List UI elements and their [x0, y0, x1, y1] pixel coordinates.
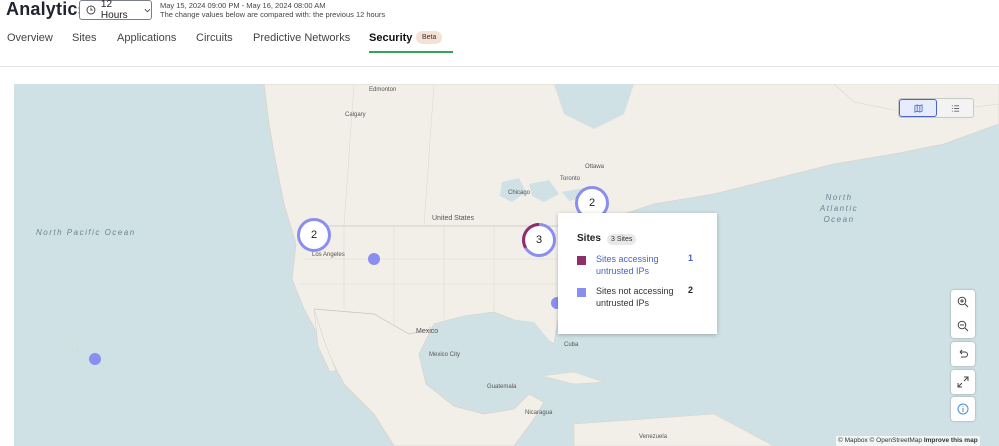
view-toggle [898, 98, 974, 118]
page-title: Analytics [6, 0, 88, 19]
tab-predictive-networks[interactable]: Predictive Networks [253, 32, 350, 44]
reset-icon [959, 349, 968, 358]
header: Analytics 12 Hours May 15, 2024 09:00 PM… [0, 0, 999, 24]
divider [0, 66, 999, 67]
tab-sites[interactable]: Sites [72, 32, 96, 44]
place-label: United States [432, 215, 475, 222]
time-range-label: 12 Hours [100, 0, 128, 21]
ocean-label-atlantic: North Atlantic Ocean [819, 193, 859, 224]
zoom-controls [951, 290, 975, 338]
osm-attribution[interactable]: © OpenStreetMap [870, 437, 922, 444]
beta-badge: Beta [416, 31, 443, 44]
tab-security[interactable]: Security [369, 32, 412, 44]
info-button[interactable] [951, 397, 975, 421]
ocean-label-pacific: North Pacific Ocean [36, 228, 136, 237]
zoom-out-icon [957, 320, 969, 332]
zoom-in-button[interactable] [951, 290, 975, 314]
popup-title: Sites [577, 233, 601, 244]
map-view-icon [913, 103, 923, 113]
map-view-button[interactable] [899, 99, 937, 117]
chevron-down-icon [144, 8, 151, 12]
list-view-icon [951, 104, 959, 112]
tab-bar: Overview Sites Applications Circuits Pre… [0, 26, 999, 54]
place-label: Mexico City [429, 352, 461, 358]
fullscreen-button[interactable] [951, 370, 975, 394]
map-basemap [71, 84, 999, 446]
place-label: Ottawa [585, 164, 605, 170]
place-label: Calgary [345, 112, 366, 118]
site-cluster-central[interactable]: 3 [522, 223, 556, 257]
tab-overview[interactable]: Overview [7, 32, 53, 44]
improve-map-link[interactable]: Improve this map [924, 437, 978, 444]
popup-count-badge: 3 Sites [607, 234, 637, 245]
date-range-text: May 15, 2024 09:00 PM - May 16, 2024 08:… [160, 1, 326, 10]
place-label: Los Angeles [312, 252, 345, 258]
place-label: Nicaragua [525, 410, 553, 416]
zoom-in-icon [957, 296, 969, 308]
tab-applications[interactable]: Applications [117, 32, 176, 44]
fullscreen-control [951, 370, 975, 394]
reset-control [951, 342, 975, 366]
site-cluster-west[interactable]: 2 [297, 218, 331, 252]
mapbox-attribution[interactable]: © Mapbox [838, 437, 868, 444]
place-label: Cuba [564, 342, 579, 348]
sites-map[interactable]: North Pacific Ocean North Atlantic Ocean… [14, 84, 999, 446]
site-marker[interactable] [89, 353, 101, 365]
map-attribution: © Mapbox © OpenStreetMap Improve this ma… [836, 436, 980, 446]
legend-label-not-accessing: Sites not accessing untrusted IPs [596, 286, 674, 308]
place-label: Chicago [508, 190, 531, 196]
info-icon [957, 403, 969, 415]
sites-popup: Sites 3 Sites Sites accessing untrusted … [558, 213, 717, 334]
place-label: Edmonton [369, 87, 397, 93]
place-label: Venezuela [639, 434, 668, 440]
place-label: Guatemala [487, 384, 517, 390]
zoom-out-button[interactable] [951, 314, 975, 338]
legend-swatch-not-accessing [577, 288, 586, 297]
list-view-button[interactable] [937, 99, 973, 117]
tab-circuits[interactable]: Circuits [196, 32, 233, 44]
comparison-note: The change values below are compared wit… [160, 10, 386, 19]
legend-value-accessing[interactable]: 1 [688, 253, 693, 263]
info-control [951, 397, 975, 421]
time-range-select[interactable]: 12 Hours [79, 0, 152, 21]
place-label: Mexico [416, 328, 439, 335]
fullscreen-icon [957, 376, 969, 388]
clock-icon [86, 5, 96, 15]
legend-swatch-accessing [577, 256, 586, 265]
legend-value-not-accessing: 2 [688, 285, 694, 295]
date-range-info: May 15, 2024 09:00 PM - May 16, 2024 08:… [160, 1, 385, 19]
reset-button[interactable] [951, 342, 975, 366]
cluster-count: 3 [535, 234, 543, 246]
place-label: Toronto [560, 176, 581, 182]
legend-link-accessing[interactable]: Sites accessing untrusted IPs [596, 253, 676, 277]
active-tab-indicator [369, 51, 453, 53]
site-marker[interactable] [368, 253, 380, 265]
